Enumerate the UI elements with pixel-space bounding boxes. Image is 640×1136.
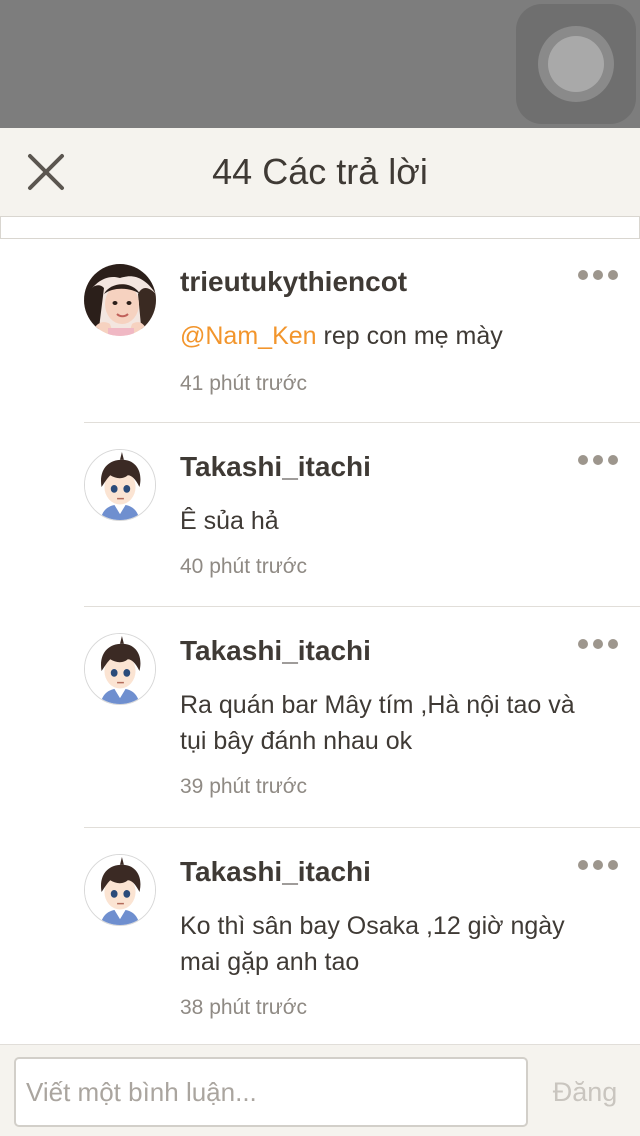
avatar[interactable] xyxy=(84,449,156,521)
comment-text-content: Ra quán bar Mây tím ,Hà nội tao và tụi b… xyxy=(180,691,575,755)
header-divider xyxy=(0,216,640,239)
comment-input[interactable] xyxy=(14,1057,528,1127)
anime-boy-avatar-icon xyxy=(85,634,155,704)
dot xyxy=(608,860,618,870)
dot xyxy=(593,455,603,465)
more-options-button[interactable] xyxy=(578,858,618,874)
post-button[interactable]: Đăng xyxy=(540,1057,630,1127)
comment-text: Ê sủa hả xyxy=(180,503,600,539)
comment-username[interactable]: Takashi_itachi xyxy=(180,856,371,888)
dot xyxy=(608,270,618,280)
comment-text: Ra quán bar Mây tím ,Hà nội tao và tụi b… xyxy=(180,687,600,759)
replies-header: 44 Các trả lời xyxy=(0,128,640,216)
mention-link[interactable]: @Nam_Ken xyxy=(180,322,317,350)
dot xyxy=(578,455,588,465)
comment-text-content: Ko thì sân bay Osaka ,12 giờ ngày mai gặ… xyxy=(180,912,565,976)
comment-text: @Nam_Ken rep con mẹ mày xyxy=(180,318,600,354)
comment-item: Takashi_itachi Ê sủa hả 40 phút trước xyxy=(84,423,640,607)
dot xyxy=(608,455,618,465)
more-options-button[interactable] xyxy=(578,453,618,469)
more-options-button[interactable] xyxy=(578,637,618,653)
anime-boy-avatar-icon xyxy=(85,450,155,520)
dot xyxy=(578,639,588,649)
comment-text-content: Ê sủa hả xyxy=(180,507,279,535)
close-icon xyxy=(28,154,64,190)
comment-text-content: rep con mẹ mày xyxy=(316,322,503,350)
assistive-touch-button[interactable] xyxy=(516,4,636,124)
comments-list[interactable]: trieutukythiencot @Nam_Ken rep con mẹ mà… xyxy=(0,238,640,1044)
anime-boy-avatar-icon xyxy=(85,855,155,925)
dot xyxy=(593,270,603,280)
avatar[interactable] xyxy=(84,854,156,926)
comment-username[interactable]: trieutukythiencot xyxy=(180,266,407,298)
dot xyxy=(578,270,588,280)
avatar[interactable] xyxy=(84,264,156,336)
dot xyxy=(593,860,603,870)
comment-item: Takashi_itachi Ko thì sân bay Osaka ,12 … xyxy=(84,828,640,1044)
girl-avatar-icon xyxy=(84,264,156,336)
comment-timestamp: 38 phút trước xyxy=(180,996,308,1019)
comment-username[interactable]: Takashi_itachi xyxy=(180,451,371,483)
dot xyxy=(593,639,603,649)
dot xyxy=(608,639,618,649)
avatar[interactable] xyxy=(84,633,156,705)
comment-text: Ko thì sân bay Osaka ,12 giờ ngày mai gặ… xyxy=(180,908,600,980)
page-title: 44 Các trả lời xyxy=(212,151,428,192)
close-button[interactable] xyxy=(22,148,70,196)
assistive-touch-icon xyxy=(548,36,604,92)
dot xyxy=(578,860,588,870)
more-options-button[interactable] xyxy=(578,268,618,284)
comment-username[interactable]: Takashi_itachi xyxy=(180,635,371,667)
comment-composer: Đăng xyxy=(0,1044,640,1136)
comment-item: Takashi_itachi Ra quán bar Mây tím ,Hà n… xyxy=(84,607,640,828)
comment-timestamp: 41 phút trước xyxy=(180,372,308,395)
comment-timestamp: 40 phút trước xyxy=(180,555,308,578)
comment-timestamp: 39 phút trước xyxy=(180,775,308,798)
comment-item: trieutukythiencot @Nam_Ken rep con mẹ mà… xyxy=(84,238,640,423)
